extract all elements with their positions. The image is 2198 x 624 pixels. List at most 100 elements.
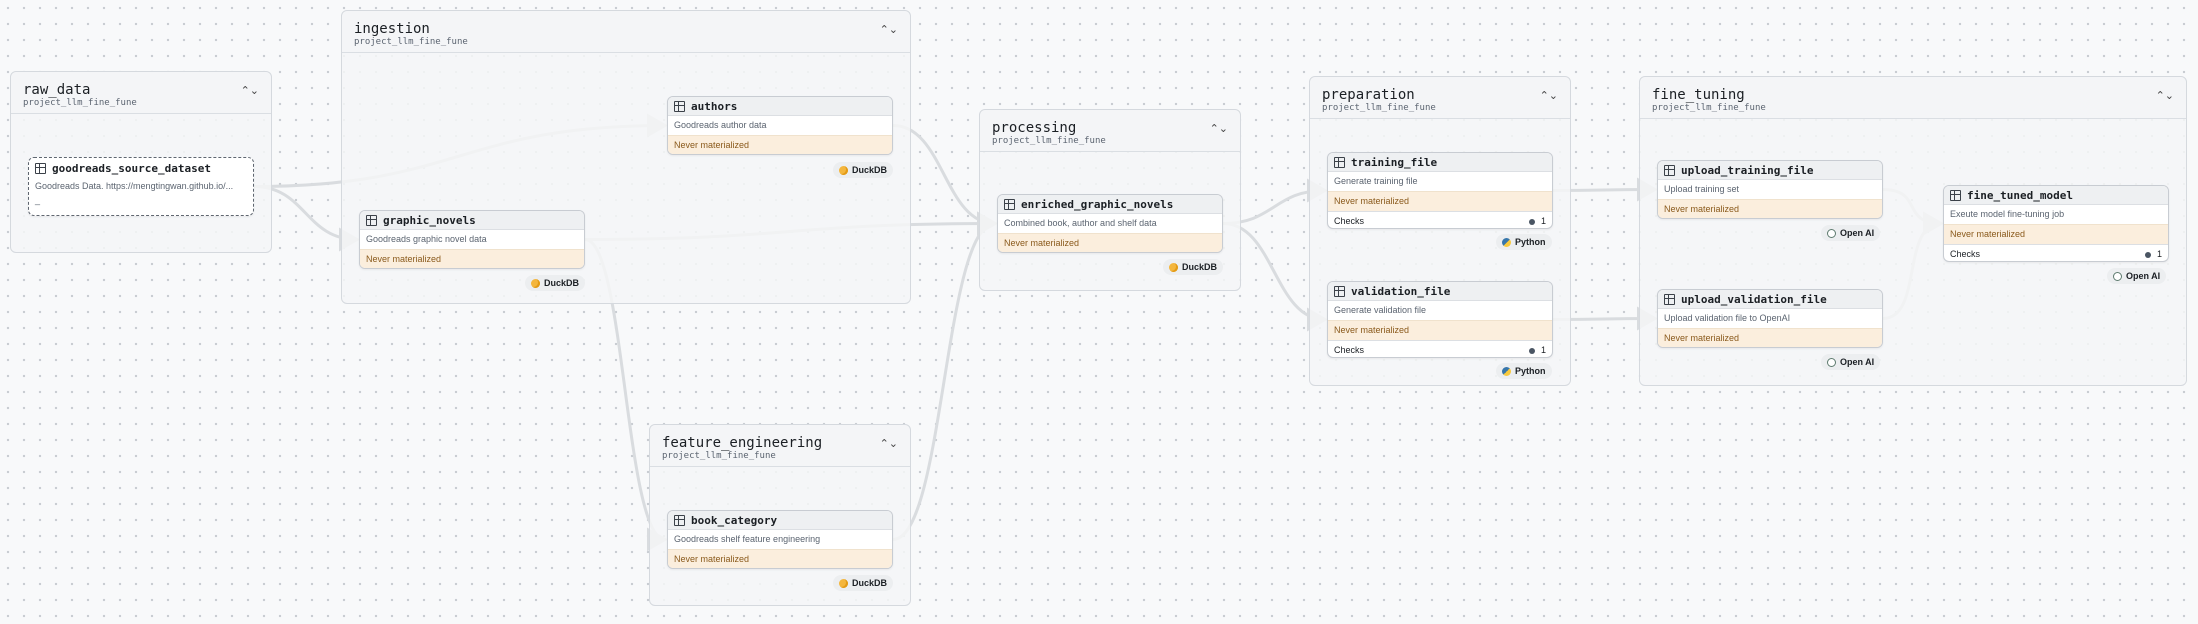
materialization-status: Never materialized [1658,199,1882,218]
asset-node-header: graphic_novels [360,211,584,230]
table-icon [1334,285,1345,297]
duckdb-icon [531,278,540,288]
asset-description: Generate validation file [1334,305,1427,315]
asset-title: training_file [1351,155,1438,169]
group-subtitle: project_llm_fine_fune [1322,103,1436,113]
table-icon [674,100,685,112]
duckdb-icon [1169,262,1178,272]
asset-node-upload-validation-file[interactable]: upload_validation_file Upload validation… [1657,289,1883,348]
asset-title: book_category [691,513,778,527]
group-title: fine_tuning [1652,87,1745,103]
asset-node-header: goodreads_source_dataset [29,158,253,177]
duckdb-icon [839,578,848,588]
asset-description: Combined book, author and shelf data [1004,218,1157,228]
checks-count: 1 [1540,216,1546,226]
asset-description: Goodreads author data [674,120,767,130]
collapse-icon[interactable]: ⌃⌄ [2156,91,2174,102]
asset-checks-row[interactable]: Checks 1 [1328,340,1552,357]
checks-label: Checks [1334,216,1365,226]
asset-node-upload-training-file[interactable]: upload_training_file Upload training set… [1657,160,1883,219]
group-header-ingestion: ingestion project_llm_fine_fune ⌃⌄ [342,11,910,53]
compute-kind-badge-duckdb: DuckDB [1163,259,1224,275]
badge-label: DuckDB [544,278,580,288]
collapse-icon[interactable]: ⌃⌄ [1540,91,1558,102]
check-status-dot-icon [1528,347,1535,354]
checks-count-group: 1 [1528,341,1546,357]
checks-count-group: 1 [2144,245,2162,261]
badge-label: DuckDB [852,578,888,588]
asset-node-header: fine_tuned_model [1944,186,2168,205]
compute-kind-badge-duckdb: DuckDB [833,162,894,178]
group-header-raw-data: raw_data project_llm_fine_fune ⌃⌄ [11,72,271,114]
materialization-status: Never materialized [1944,224,2168,244]
collapse-icon[interactable]: ⌃⌄ [1210,124,1228,135]
table-icon [1950,189,1961,201]
checks-label: Checks [1334,345,1365,355]
badge-label: Python [1515,237,1546,247]
materialization-status: Never materialized [668,549,892,568]
asset-title: upload_training_file [1681,163,1814,177]
table-icon [1334,156,1345,168]
asset-node-header: upload_validation_file [1658,290,1882,309]
asset-node-header: upload_training_file [1658,161,1882,180]
compute-kind-badge-openai: Open AI [1821,225,1881,241]
group-header-feature-engineering: feature_engineering project_llm_fine_fun… [650,425,910,467]
asset-node-header: validation_file [1328,282,1552,301]
checks-count-group: 1 [1528,212,1546,228]
materialization-status: Never materialized [360,249,584,268]
table-icon [674,514,685,526]
checks-count: 1 [1540,345,1546,355]
asset-node-training-file[interactable]: training_file Generate training file Nev… [1327,152,1553,229]
compute-kind-badge-openai: Open AI [1821,354,1881,370]
source-asset-icon [35,163,46,174]
asset-node-header: enriched_graphic_novels [998,195,1222,214]
check-status-dot-icon [2144,251,2151,258]
openai-icon [2113,271,2122,281]
table-icon [1664,293,1675,305]
group-subtitle: project_llm_fine_fune [1652,103,1766,113]
asset-node-goodreads-source-dataset[interactable]: goodreads_source_dataset Goodreads Data.… [28,157,254,216]
asset-node-validation-file[interactable]: validation_file Generate validation file… [1327,281,1553,358]
python-icon [1502,366,1511,376]
asset-node-header: authors [668,97,892,116]
asset-description: Upload validation file to OpenAI [1664,313,1791,323]
collapse-icon[interactable]: ⌃⌄ [880,25,898,36]
asset-node-fine-tuned-model[interactable]: fine_tuned_model Exeute model fine-tunin… [1943,185,2169,262]
compute-kind-badge-duckdb: DuckDB [833,575,894,591]
asset-node-header: training_file [1328,153,1552,172]
table-icon [1004,198,1015,210]
table-icon [1664,164,1675,176]
check-status-dot-icon [1528,218,1535,225]
asset-description: Goodreads Data. https://mengtingwan.gith… [29,177,253,207]
group-header-fine-tuning: fine_tuning project_llm_fine_fune ⌃⌄ [1640,77,2186,119]
asset-description: Generate training file [1334,176,1418,186]
group-subtitle: project_llm_fine_fune [23,98,137,108]
asset-title: authors [691,99,738,113]
asset-title: validation_file [1351,284,1451,298]
asset-node-enriched-graphic-novels[interactable]: enriched_graphic_novels Combined book, a… [997,194,1223,253]
openai-icon [1827,228,1836,238]
asset-title: graphic_novels [383,213,476,227]
asset-title: fine_tuned_model [1967,188,2073,202]
asset-node-graphic-novels[interactable]: graphic_novels Goodreads graphic novel d… [359,210,585,269]
asset-node-authors[interactable]: authors Goodreads author data Never mate… [667,96,893,155]
asset-node-header: book_category [668,511,892,530]
asset-checks-row[interactable]: Checks 1 [1944,244,2168,261]
compute-kind-badge-openai: Open AI [2107,268,2167,284]
checks-count: 1 [2156,249,2162,259]
group-subtitle: project_llm_fine_fune [662,451,776,461]
table-icon [366,214,377,226]
asset-description: Upload training set [1664,184,1740,194]
materialization-status: Never materialized [668,135,892,154]
group-title: feature_engineering [662,435,823,451]
asset-node-book-category[interactable]: book_category Goodreads shelf feature en… [667,510,893,569]
asset-description: Goodreads shelf feature engineering [674,534,821,544]
collapse-icon[interactable]: ⌃⌄ [241,86,259,97]
collapse-icon[interactable]: ⌃⌄ [880,439,898,450]
asset-description: Goodreads graphic novel data [366,234,487,244]
materialization-status: Never materialized [1328,320,1552,340]
group-title: preparation [1322,87,1415,103]
asset-checks-row[interactable]: Checks 1 [1328,211,1552,228]
compute-kind-badge-python: Python [1496,363,1552,379]
asset-description-text: Goodreads Data. https://mengtingwan.gith… [35,181,234,191]
